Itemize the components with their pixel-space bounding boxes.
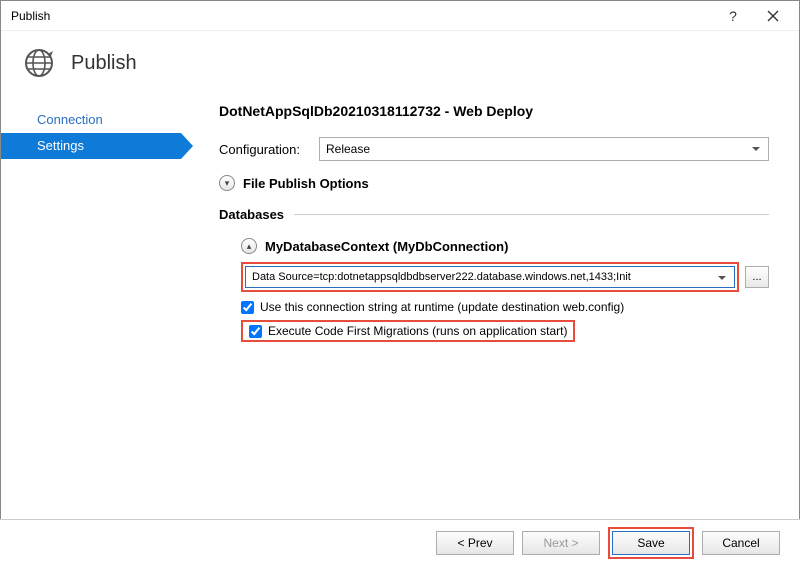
databases-section-header: Databases (219, 207, 769, 222)
databases-label: Databases (219, 207, 284, 222)
connection-string-value: Data Source=tcp:dotnetappsqldbdbserver22… (252, 271, 631, 283)
sidebar: Connection Settings (1, 89, 181, 529)
footer: < Prev Next > Save Cancel (0, 519, 800, 565)
connection-string-browse-button[interactable]: ... (745, 266, 769, 288)
file-publish-options-expander[interactable]: ▾ File Publish Options (219, 175, 769, 191)
configuration-dropdown[interactable]: Release (319, 137, 769, 161)
header: Publish (1, 31, 799, 89)
nav-connection[interactable]: Connection (1, 107, 181, 133)
nav-settings[interactable]: Settings (1, 133, 181, 159)
execute-migrations-checkbox[interactable] (249, 325, 262, 338)
execute-migrations-row: Execute Code First Migrations (runs on a… (241, 320, 769, 342)
publish-profile-title: DotNetAppSqlDb20210318112732 - Web Deplo… (219, 103, 769, 119)
db-context-expander[interactable]: ▴ MyDatabaseContext (MyDbConnection) (241, 238, 769, 254)
use-connection-string-checkbox[interactable] (241, 301, 254, 314)
configuration-row: Configuration: Release (219, 137, 769, 161)
connection-string-row: Data Source=tcp:dotnetappsqldbdbserver22… (241, 262, 769, 292)
execute-migrations-highlight: Execute Code First Migrations (runs on a… (241, 320, 575, 342)
content: DotNetAppSqlDb20210318112732 - Web Deplo… (181, 89, 799, 529)
connection-string-highlight: Data Source=tcp:dotnetappsqldbdbserver22… (241, 262, 739, 292)
window-title: Publish (11, 9, 713, 23)
save-button[interactable]: Save (612, 531, 690, 555)
globe-icon (21, 45, 57, 81)
file-publish-options-label: File Publish Options (243, 176, 369, 191)
configuration-value: Release (326, 142, 370, 156)
use-connection-string-row: Use this connection string at runtime (u… (241, 300, 769, 314)
connection-string-dropdown[interactable]: Data Source=tcp:dotnetappsqldbdbserver22… (245, 266, 735, 288)
close-icon (767, 10, 779, 22)
divider (294, 214, 769, 215)
help-button[interactable]: ? (713, 2, 753, 30)
save-button-highlight: Save (608, 527, 694, 559)
chevron-up-icon: ▴ (241, 238, 257, 254)
cancel-button[interactable]: Cancel (702, 531, 780, 555)
prev-button[interactable]: < Prev (436, 531, 514, 555)
db-context-label: MyDatabaseContext (MyDbConnection) (265, 239, 508, 254)
page-header-title: Publish (71, 52, 137, 75)
use-connection-string-label: Use this connection string at runtime (u… (260, 300, 624, 314)
next-button: Next > (522, 531, 600, 555)
close-button[interactable] (753, 2, 793, 30)
titlebar: Publish ? (1, 1, 799, 31)
configuration-label: Configuration: (219, 142, 319, 157)
body: Connection Settings DotNetAppSqlDb202103… (1, 89, 799, 529)
db-context-group: ▴ MyDatabaseContext (MyDbConnection) Dat… (241, 238, 769, 342)
execute-migrations-label: Execute Code First Migrations (runs on a… (268, 324, 567, 338)
chevron-down-icon: ▾ (219, 175, 235, 191)
